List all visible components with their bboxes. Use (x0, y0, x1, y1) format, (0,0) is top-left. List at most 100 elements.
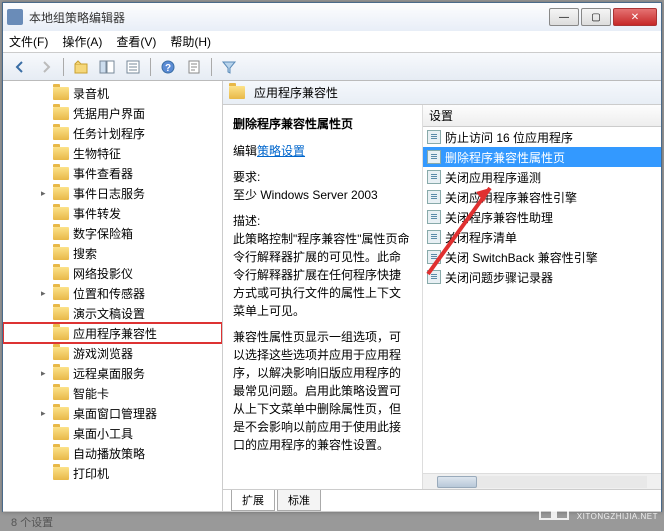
setting-label: 关闭应用程序遥测 (445, 169, 541, 186)
watermark-logo-icon (537, 491, 571, 521)
tree-item[interactable]: 生物特征 (3, 143, 222, 163)
setting-item[interactable]: 删除程序兼容性属性页 (423, 147, 661, 167)
toolbar: ? (3, 53, 661, 81)
menu-help[interactable]: 帮助(H) (170, 33, 211, 50)
policy-icon (427, 270, 441, 284)
edit-label: 编辑 (233, 144, 257, 158)
tree-item[interactable]: 桌面小工具 (3, 423, 222, 443)
help-button[interactable]: ? (157, 56, 179, 78)
setting-item[interactable]: 关闭应用程序兼容性引擎 (423, 187, 661, 207)
show-hide-tree-button[interactable] (96, 56, 118, 78)
setting-label: 关闭应用程序兼容性引擎 (445, 189, 577, 206)
policy-icon (427, 130, 441, 144)
tree-item[interactable]: 数字保险箱 (3, 223, 222, 243)
tab-standard[interactable]: 标准 (277, 490, 321, 511)
description-text-2: 兼容性属性页显示一组选项，可以选择这些选项并应用于应用程序，以解决影响旧版应用程… (233, 328, 412, 454)
tree-item-label: 自动播放策略 (73, 445, 145, 462)
watermark-line2: XITONGZHIJIA.NET (577, 512, 658, 521)
folder-icon (53, 127, 69, 140)
close-button[interactable]: ✕ (613, 8, 657, 26)
window-buttons: — ▢ ✕ (549, 8, 657, 26)
policy-icon (427, 170, 441, 184)
tree-item-label: 智能卡 (73, 385, 109, 402)
tree-item[interactable]: 搜索 (3, 243, 222, 263)
folder-icon (53, 107, 69, 120)
column-header-setting[interactable]: 设置 (423, 105, 661, 127)
requirements-value: 至少 Windows Server 2003 (233, 188, 378, 202)
tree-item[interactable]: 事件转发 (3, 203, 222, 223)
tree-pane[interactable]: 录音机凭据用户界面任务计划程序生物特征事件查看器事件日志服务事件转发数字保险箱搜… (3, 81, 223, 511)
menu-action[interactable]: 操作(A) (62, 33, 102, 50)
description-text-1: 此策略控制"程序兼容性"属性页命令行解释器扩展的可见性。此命令行解释器扩展在任何… (233, 232, 410, 318)
tree-item[interactable]: 事件日志服务 (3, 183, 222, 203)
selected-setting-title: 删除程序兼容性属性页 (233, 115, 412, 132)
setting-item[interactable]: 关闭 SwitchBack 兼容性引擎 (423, 247, 661, 267)
tree-item[interactable]: 任务计划程序 (3, 123, 222, 143)
tree-item[interactable]: 网络投影仪 (3, 263, 222, 283)
details-pane: 应用程序兼容性 删除程序兼容性属性页 编辑策略设置 要求:至少 Windows … (223, 81, 661, 511)
folder-icon (53, 307, 69, 320)
folder-icon (53, 287, 69, 300)
setting-item[interactable]: 关闭程序清单 (423, 227, 661, 247)
properties-button[interactable] (183, 56, 205, 78)
edit-policy-link[interactable]: 策略设置 (257, 144, 305, 158)
minimize-button[interactable]: — (549, 8, 579, 26)
setting-item[interactable]: 关闭应用程序遥测 (423, 167, 661, 187)
tree-item[interactable]: 远程桌面服务 (3, 363, 222, 383)
menu-file[interactable]: 文件(F) (9, 33, 48, 50)
tree-item-label: 打印机 (73, 465, 109, 482)
toolbar-separator (211, 58, 212, 76)
tree-item-label: 录音机 (73, 85, 109, 102)
back-button[interactable] (9, 56, 31, 78)
tree-item[interactable]: 录音机 (3, 83, 222, 103)
settings-list[interactable]: 防止访问 16 位应用程序删除程序兼容性属性页关闭应用程序遥测关闭应用程序兼容性… (423, 127, 661, 473)
folder-icon (53, 327, 69, 340)
tree-item[interactable]: 演示文稿设置 (3, 303, 222, 323)
tree-item-label: 演示文稿设置 (73, 305, 145, 322)
maximize-button[interactable]: ▢ (581, 8, 611, 26)
tree-item[interactable]: 位置和传感器 (3, 283, 222, 303)
tab-extended[interactable]: 扩展 (231, 490, 275, 511)
folder-icon (53, 247, 69, 260)
policy-icon (427, 190, 441, 204)
tree-item[interactable]: 游戏浏览器 (3, 343, 222, 363)
tree-item[interactable]: 桌面窗口管理器 (3, 403, 222, 423)
tree-item[interactable]: 应用程序兼容性 (3, 323, 222, 343)
tree-item[interactable]: 打印机 (3, 463, 222, 483)
export-list-button[interactable] (122, 56, 144, 78)
filter-button[interactable] (218, 56, 240, 78)
policy-icon (427, 250, 441, 264)
horizontal-scrollbar[interactable] (423, 473, 661, 489)
folder-icon (53, 387, 69, 400)
setting-item[interactable]: 关闭程序兼容性助理 (423, 207, 661, 227)
app-window: 本地组策略编辑器 — ▢ ✕ 文件(F) 操作(A) 查看(V) 帮助(H) ?… (2, 2, 662, 512)
toolbar-separator (63, 58, 64, 76)
status-text: 8 个设置 (11, 517, 53, 529)
tree-item[interactable]: 自动播放策略 (3, 443, 222, 463)
tree-item-label: 应用程序兼容性 (73, 325, 157, 342)
setting-label: 关闭 SwitchBack 兼容性引擎 (445, 249, 598, 266)
menubar: 文件(F) 操作(A) 查看(V) 帮助(H) (3, 31, 661, 53)
setting-item[interactable]: 防止访问 16 位应用程序 (423, 127, 661, 147)
content-area: 录音机凭据用户界面任务计划程序生物特征事件查看器事件日志服务事件转发数字保险箱搜… (3, 81, 661, 511)
folder-icon (53, 147, 69, 160)
watermark: 系统之家 XITONGZHIJIA.NET (537, 491, 658, 521)
tree-item[interactable]: 事件查看器 (3, 163, 222, 183)
titlebar: 本地组策略编辑器 — ▢ ✕ (3, 3, 661, 31)
scrollbar-thumb[interactable] (437, 476, 477, 488)
tree-item[interactable]: 智能卡 (3, 383, 222, 403)
setting-item[interactable]: 关闭问题步骤记录器 (423, 267, 661, 287)
menu-view[interactable]: 查看(V) (116, 33, 156, 50)
up-button[interactable] (70, 56, 92, 78)
watermark-line1: 系统之家 (577, 492, 658, 512)
folder-icon (53, 207, 69, 220)
tree-item-label: 搜索 (73, 245, 97, 262)
folder-icon (53, 267, 69, 280)
details-header-title: 应用程序兼容性 (254, 84, 338, 101)
tree-item-label: 网络投影仪 (73, 265, 133, 282)
folder-icon (53, 467, 69, 480)
tree-item[interactable]: 凭据用户界面 (3, 103, 222, 123)
tree-item-label: 游戏浏览器 (73, 345, 133, 362)
forward-button[interactable] (35, 56, 57, 78)
tree-item-label: 事件日志服务 (73, 185, 145, 202)
